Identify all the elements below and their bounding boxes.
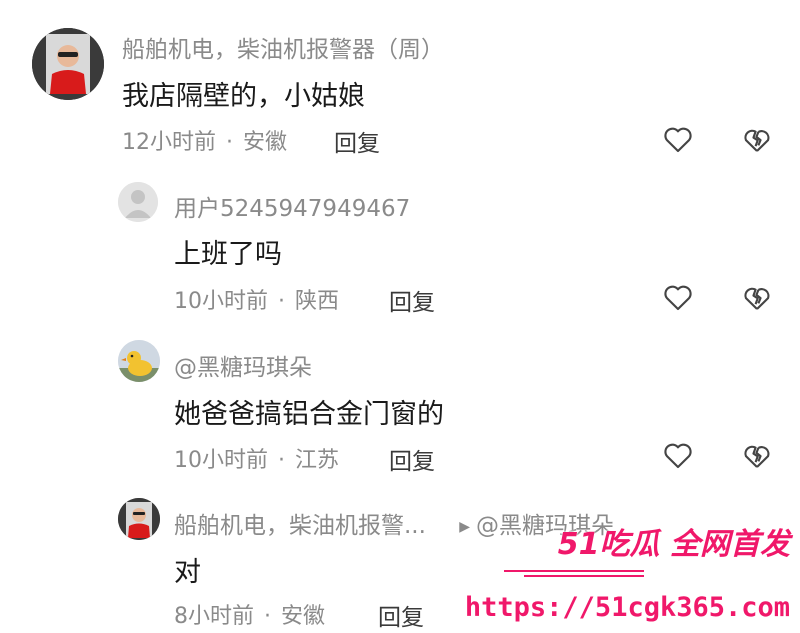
heart-outline-icon	[664, 127, 692, 153]
broken-heart-icon	[744, 287, 770, 310]
comment-text: 她爸爸搞铝合金门窗的	[174, 399, 444, 430]
comment-location: 安徽	[281, 604, 326, 629]
comment-time: 10小时前	[174, 289, 268, 314]
comment-location: 陕西	[295, 289, 340, 314]
dislike-button[interactable]	[740, 122, 774, 156]
watermark-speed-lines-icon	[504, 570, 644, 577]
comment-text: 上班了吗	[174, 239, 282, 270]
reply-button[interactable]: 回复	[389, 442, 435, 476]
comment-username[interactable]: @黑糖玛琪朵	[174, 348, 312, 382]
avatar[interactable]	[118, 182, 158, 222]
comment-username[interactable]: 船舶机电，柴油机报警器（周）	[122, 30, 444, 64]
comment-thread: 船舶机电，柴油机报警器（周） 我店隔壁的，小姑娘 12小时前 · 安徽 回复 用…	[0, 0, 800, 633]
comment-meta: 12小时前 · 安徽	[122, 130, 288, 155]
reply-item: @黑糖玛琪朵 她爸爸搞铝合金门窗的 10小时前 · 江苏 回复	[0, 330, 800, 490]
duck-avatar-icon	[118, 340, 160, 382]
comment-meta: 10小时前 · 陕西	[174, 289, 340, 314]
like-button[interactable]	[661, 438, 695, 472]
reply-button[interactable]: 回复	[389, 283, 435, 317]
comment-username[interactable]: 用户5245947949467	[174, 189, 410, 223]
comment-time: 12小时前	[122, 130, 216, 155]
comment-username-text: 船舶机电，柴油机报警...	[174, 513, 426, 539]
reply-item: 用户5245947949467 上班了吗 10小时前 · 陕西 回复	[0, 170, 800, 330]
avatar[interactable]	[118, 498, 160, 540]
default-avatar-icon	[118, 182, 158, 222]
comment-location: 江苏	[295, 448, 340, 473]
watermark: 51吃瓜 全网首发 https://51cgk365.com	[465, 517, 794, 627]
like-button[interactable]	[661, 122, 695, 156]
broken-heart-icon	[744, 445, 770, 468]
reply-arrow-icon: ▶	[459, 518, 471, 535]
reply-button[interactable]: 回复	[378, 598, 424, 632]
comment-location: 安徽	[243, 130, 288, 155]
comment-meta: 10小时前 · 江苏	[174, 448, 340, 473]
like-button[interactable]	[661, 280, 695, 314]
comment-time: 10小时前	[174, 448, 268, 473]
user-photo-icon	[32, 28, 104, 100]
watermark-url: https://51cgk365.com	[464, 592, 790, 623]
comment-time: 8小时前	[174, 604, 254, 629]
avatar[interactable]	[32, 28, 104, 100]
watermark-brand: 51吃瓜 全网首发	[557, 527, 790, 562]
comment-item: 船舶机电，柴油机报警器（周） 我店隔壁的，小姑娘 12小时前 · 安徽 回复	[0, 0, 800, 170]
dislike-button[interactable]	[740, 438, 774, 472]
comment-text: 我店隔壁的，小姑娘	[122, 81, 365, 112]
comment-text: 对	[174, 557, 201, 588]
user-photo-icon	[118, 498, 160, 540]
broken-heart-icon	[744, 129, 770, 152]
dislike-button[interactable]	[740, 280, 774, 314]
comment-meta: 8小时前 · 安徽	[174, 604, 326, 629]
avatar[interactable]	[118, 340, 160, 382]
heart-outline-icon	[664, 285, 692, 311]
heart-outline-icon	[664, 443, 692, 469]
reply-button[interactable]: 回复	[334, 124, 380, 158]
